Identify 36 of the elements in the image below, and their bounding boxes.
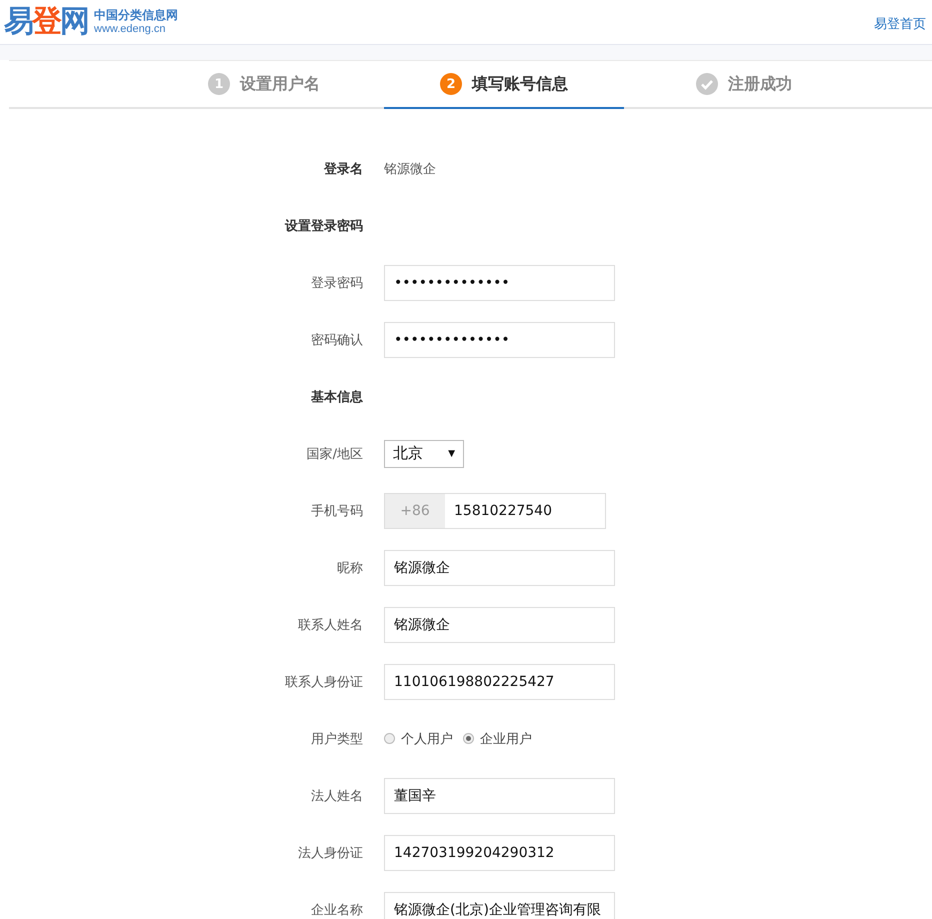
field-label: 联系人身份证 — [284, 674, 363, 690]
input-field[interactable]: 铭源微企(北京)企业管理咨询有限 — [384, 892, 615, 919]
radio-option[interactable]: 个人用户 — [384, 730, 453, 748]
step-label: 设置用户名 — [240, 74, 320, 94]
check-icon — [696, 73, 718, 95]
field-label: 用户类型 — [310, 730, 363, 748]
step-label: 填写账号信息 — [472, 74, 568, 94]
login-name-value: 铭源微企 — [384, 160, 436, 178]
region-select[interactable]: 北京 ▼ — [384, 440, 464, 468]
field-label: 法人姓名 — [310, 788, 363, 804]
site-url: www.edeng.cn — [94, 22, 167, 36]
input-field[interactable]: 董国辛 — [384, 778, 615, 814]
input-field[interactable]: •••••••••••••• — [384, 264, 615, 300]
input-field[interactable]: 110106198802225427 — [384, 664, 615, 700]
input-field[interactable]: 142703199204290312 — [384, 834, 615, 870]
logo[interactable]: 易登网 — [4, 7, 88, 37]
step-label: 注册成功 — [728, 74, 792, 94]
field-label: 法人身份证 — [297, 844, 363, 862]
field-label: 昵称 — [336, 560, 363, 576]
field-label: 设置登录密码 — [284, 218, 363, 234]
field-label: 基本信息 — [310, 388, 363, 406]
field-label: 联系人姓名 — [297, 616, 363, 634]
field-label: 密码确认 — [310, 332, 363, 348]
input-field[interactable]: 铭源微企 — [384, 550, 615, 586]
field-label: 手机号码 — [310, 502, 363, 520]
input-field[interactable]: 铭源微企 — [384, 606, 615, 642]
input-field[interactable]: •••••••••••••• — [384, 322, 615, 358]
field-label: 企业名称 — [310, 902, 363, 918]
field-label: 登录密码 — [310, 274, 363, 292]
radio-option[interactable]: 企业用户 — [463, 730, 532, 748]
field-label: 国家/地区 — [306, 446, 363, 462]
site-tagline: 中国分类信息网 — [94, 8, 178, 23]
step-number-icon: 2 — [440, 73, 462, 95]
phone-field[interactable]: +86 15810227540 — [384, 492, 606, 528]
field-label: 登录名 — [322, 160, 363, 178]
home-link[interactable]: 易登首页 — [874, 14, 926, 32]
